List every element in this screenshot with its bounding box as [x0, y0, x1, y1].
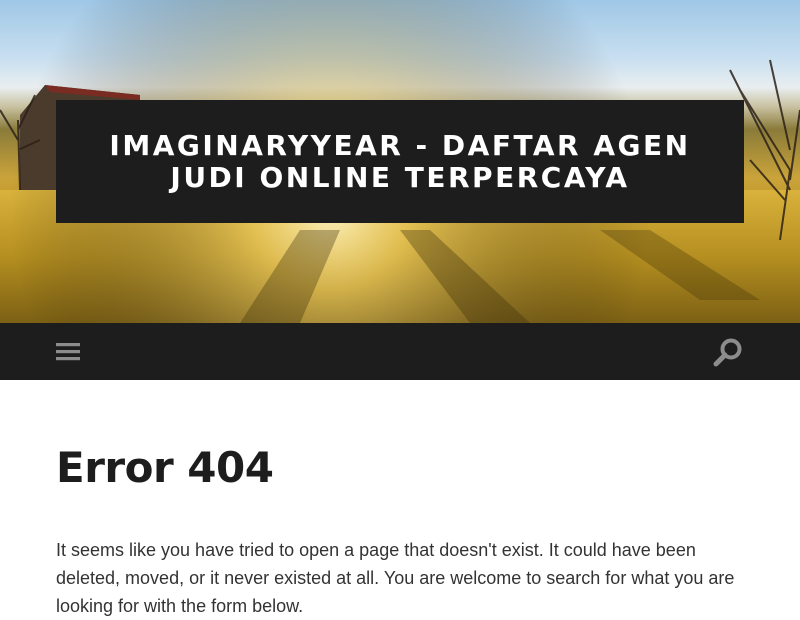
error-message: It seems like you have tried to open a p…: [56, 540, 735, 616]
search-toggle-button[interactable]: [712, 337, 744, 369]
site-title-box: ImaginaryYear - Daftar Agen Judi Online …: [56, 100, 744, 223]
main-content: Error 404 It seems like you have tried t…: [56, 440, 744, 620]
menu-toggle-button[interactable]: [56, 340, 82, 364]
site-header: ImaginaryYear - Daftar Agen Judi Online …: [0, 0, 800, 323]
search-icon: [713, 338, 742, 367]
hamburger-menu-icon: [56, 343, 80, 361]
page-title: Error 404: [56, 443, 274, 492]
navigation-bar: [0, 323, 800, 380]
site-title[interactable]: ImaginaryYear - Daftar Agen Judi Online …: [86, 129, 714, 194]
